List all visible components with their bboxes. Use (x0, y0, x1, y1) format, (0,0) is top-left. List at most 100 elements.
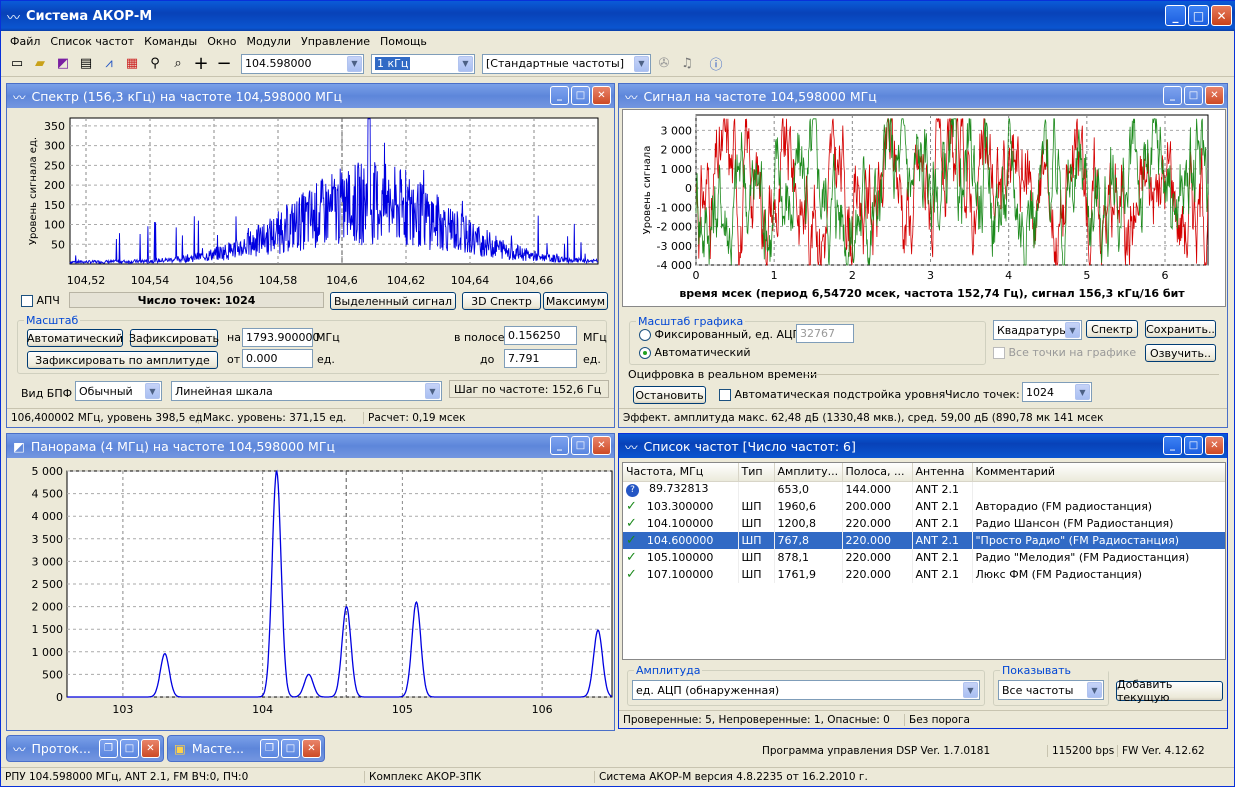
spectrum-button[interactable]: Спектр (1086, 320, 1138, 338)
spectrum-chart-icon[interactable]: ◩ (53, 54, 73, 74)
zoom-out-icon[interactable]: − (214, 53, 234, 74)
restore-button[interactable]: ❐ (260, 739, 279, 758)
points-combo[interactable]: 1024 ▼ (1022, 382, 1092, 402)
open-folder-icon[interactable]: ▰ (30, 54, 50, 74)
mode-combo[interactable]: Квадратуры ▼ (993, 320, 1082, 340)
antenna-icon[interactable]: ✇ (654, 54, 674, 74)
grid-chart-icon[interactable]: ▦ (122, 54, 142, 74)
col-amp[interactable]: Амплиту... (774, 463, 843, 482)
minimize-button[interactable]: _ (1165, 5, 1186, 26)
protocol-title: Проток... (31, 741, 91, 756)
close-button[interactable]: ✕ (141, 739, 160, 758)
col-band[interactable]: Полоса, ... (842, 463, 913, 482)
from-field[interactable]: 0.000 (242, 349, 313, 368)
step-combo[interactable]: 1 кГц ▼ (371, 53, 475, 74)
minimized-protocol-window[interactable]: 〰 Проток... ❐ □ ✕ (6, 735, 164, 762)
col-antenna[interactable]: Антенна (912, 463, 973, 482)
col-type[interactable]: Тип (738, 463, 775, 482)
col-freq[interactable]: Частота, МГц (623, 463, 739, 482)
save-button[interactable]: Сохранить.. (1145, 320, 1216, 338)
freqlist-titlebar[interactable]: 〰 Список частот [Число частот: 6] _ □ ✕ (619, 434, 1227, 458)
menu-commands[interactable]: Команды (139, 35, 202, 48)
panorama-window-icon: ◩ (13, 438, 25, 454)
check-icon: ✓ (626, 499, 637, 514)
signal-titlebar[interactable]: 〰 Сигнал на частоте 104,598000 МГц _ □ ✕ (619, 84, 1227, 108)
table-row[interactable]: ✓ 104.600000 ШП 767,8 220.000 ANT 2.1 "Просто … (623, 532, 1225, 549)
close-button[interactable]: ✕ (1205, 86, 1224, 105)
table-row[interactable]: ✓ 107.100000 ШП 1761,9 220.000 ANT 2.1 Люкс ФМ… (623, 566, 1225, 583)
spectrum-window-icon: 〰 (13, 89, 26, 105)
auto-radio[interactable]: Автоматический (639, 346, 751, 359)
preset-combo[interactable]: [Стандартные частоты] ▼ (482, 53, 651, 74)
menu-freqlist[interactable]: Список частот (45, 35, 139, 48)
close-button[interactable]: ✕ (592, 436, 611, 455)
maximize-button[interactable]: □ (1184, 86, 1203, 105)
menu-help[interactable]: Помощь (375, 35, 432, 48)
close-button[interactable]: ✕ (592, 86, 611, 105)
table-row[interactable]: ? 89.732813 653,0 144.000 ANT 2.1 (623, 481, 1225, 498)
maximize-button[interactable]: □ (571, 86, 590, 105)
fixed-value-field[interactable]: 32767 (796, 324, 854, 343)
menu-file[interactable]: Файл (5, 35, 45, 48)
stop-button[interactable]: Остановить (633, 386, 706, 404)
close-button[interactable]: ✕ (302, 739, 321, 758)
fixed-radio[interactable]: Фиксированный, ед. АЦП (639, 328, 801, 341)
menu-control[interactable]: Управление (296, 35, 375, 48)
minimized-master-window[interactable]: ▣ Масте... ❐ □ ✕ (167, 735, 325, 762)
col-comment[interactable]: Комментарий (972, 463, 1225, 482)
selected-signal-button[interactable]: Выделенный сигнал (330, 292, 456, 310)
table-row[interactable]: ✓ 104.100000 ШП 1200,8 220.000 ANT 2.1 Радио Ш… (623, 515, 1225, 532)
zoom-in-icon[interactable]: + (191, 53, 211, 74)
minimize-button[interactable]: _ (1163, 436, 1182, 455)
signal-statusbar: Эффект. амплитуда макс. 62,48 дБ (1330,4… (619, 408, 1227, 426)
device-icon[interactable]: ▭ (7, 54, 27, 74)
maximize-button[interactable]: □ (1188, 5, 1209, 26)
y-tick-label: 0 (685, 182, 692, 195)
band-field[interactable]: 0.156250 (504, 326, 577, 345)
minimize-button[interactable]: _ (550, 86, 569, 105)
menu-modules[interactable]: Модули (241, 35, 296, 48)
table-row[interactable]: ✓ 105.100000 ШП 878,1 220.000 ANT 2.1 Радио "М… (623, 549, 1225, 566)
frequency-combo[interactable]: 104.598000 ▼ (241, 53, 364, 74)
document-icon[interactable]: ▤ (76, 54, 96, 74)
panorama-titlebar[interactable]: ◩ Панорама (4 МГц) на частоте 104,598000… (7, 434, 614, 458)
check-icon: ✓ (626, 550, 637, 565)
search-people-icon[interactable]: ⚲ (145, 54, 165, 74)
add-current-button[interactable]: Добавить текущую (1116, 678, 1223, 704)
amplitude-combo[interactable]: ед. АЦП (обнаруженная) ▼ (632, 680, 980, 700)
all-points-checkbox[interactable]: Все точки на графике (993, 346, 1136, 359)
fft-combo[interactable]: Обычный ▼ (75, 381, 162, 401)
minimize-button[interactable]: _ (1163, 86, 1182, 105)
panorama-chart[interactable]: 103 104 105 106 5 000 4 500 4 000 3 500 3 000 2 5… (8, 460, 615, 730)
line-chart-icon[interactable]: ⩘ (99, 54, 119, 74)
maximize-button[interactable]: □ (571, 436, 590, 455)
fix-amplitude-button[interactable]: Зафиксировать по амплитуде (27, 351, 218, 369)
table-row[interactable]: ✓ 103.300000 ШП 1960,6 200.000 ANT 2.1 Авторад… (623, 498, 1225, 515)
magnifier-icon[interactable]: ⌕ (168, 54, 188, 74)
signal-chart[interactable]: 0 1 2 3 4 5 6 3 000 2 000 1 000 0 -1 000 -2 000 -3 00… (622, 109, 1226, 307)
fix-button[interactable]: Зафиксировать (129, 329, 219, 347)
voice-button[interactable]: Озвучить.. (1145, 344, 1216, 362)
headphones-icon[interactable]: ♫ (677, 54, 697, 74)
help-icon[interactable]: ⓘ (706, 54, 726, 74)
close-button[interactable]: ✕ (1211, 5, 1232, 26)
spectrum-titlebar[interactable]: 〰 Спектр (156,3 кГц) на частоте 104,5980… (7, 84, 614, 108)
apch-checkbox[interactable]: АПЧ (21, 294, 60, 307)
auto-scale-button[interactable]: Автоматический (27, 329, 123, 347)
scale-combo[interactable]: Линейная шкала ▼ (171, 381, 442, 401)
maximize-button[interactable]: □ (120, 739, 139, 758)
restore-button[interactable]: ❐ (99, 739, 118, 758)
maximize-button[interactable]: □ (1184, 436, 1203, 455)
maximum-button[interactable]: Максимум (543, 292, 608, 310)
auto-level-checkbox[interactable]: Автоматическая подстройка уровня (719, 388, 945, 401)
show-freq-combo[interactable]: Все частоты ▼ (998, 680, 1104, 700)
close-button[interactable]: ✕ (1205, 436, 1224, 455)
minimize-button[interactable]: _ (550, 436, 569, 455)
spectrum-chart[interactable]: 104,52 104,54 104,56 104,58 104,6 104,62 104,6… (8, 110, 615, 285)
at-frequency-field[interactable]: 1793.900000 (242, 328, 319, 347)
app-titlebar[interactable]: 〰 Система АКОР-М _ □ ✕ (1, 1, 1235, 31)
maximize-button[interactable]: □ (281, 739, 300, 758)
to-field[interactable]: 7.791 (504, 349, 577, 368)
menu-window[interactable]: Окно (202, 35, 241, 48)
spectrum-3d-button[interactable]: 3D Спектр (462, 292, 541, 310)
